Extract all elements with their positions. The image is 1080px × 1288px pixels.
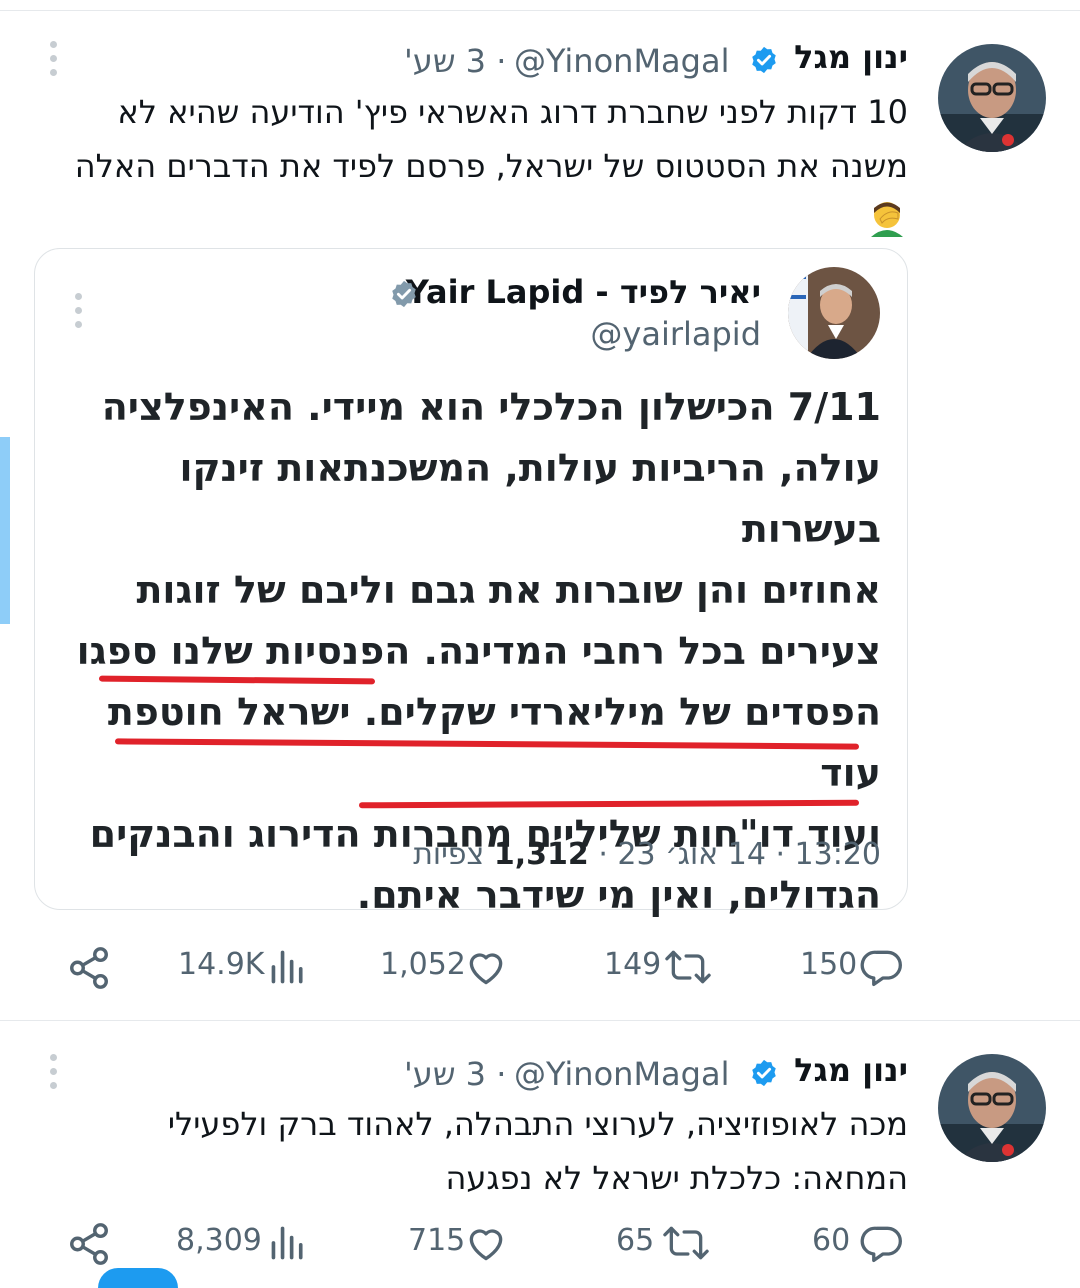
tweet-text-line: מכה לאופוזיציה, לערוצי התבהלה, לאהוד ברק…: [167, 1105, 908, 1143]
like-count: 715: [408, 1223, 466, 1258]
share-icon[interactable]: [66, 945, 112, 991]
reply-count: 60: [812, 1223, 851, 1258]
retweet-count: 149: [604, 947, 662, 982]
views-button[interactable]: 14.9K: [178, 941, 318, 995]
author-avatar[interactable]: [938, 1054, 1046, 1162]
views-count: 8,309: [176, 1223, 262, 1258]
like-icon: [464, 1221, 508, 1265]
views-count: 14.9K: [178, 947, 265, 982]
author-handle[interactable]: @YinonMagal: [514, 1055, 729, 1093]
quoted-author-name[interactable]: יאיר לפיד - Yair Lapid: [406, 273, 761, 311]
quoted-tweet-views: 1,312: [493, 837, 589, 872]
views-button[interactable]: 8,309: [176, 1217, 316, 1271]
quoted-text-line: עולה, הריביות עולות, המשכנתאות זינקו בעש…: [179, 446, 881, 551]
verified-badge-icon: [749, 1058, 779, 1088]
quoted-tweet-footer: 13:20 · 14 אוג׳ 23 · 1,312 צפיות: [413, 837, 881, 872]
more-icon[interactable]: [50, 1054, 60, 1096]
verified-badge-icon: [389, 279, 419, 309]
quoted-author-handle[interactable]: @yairlapid: [590, 315, 761, 353]
quoted-tweet-views-label: צפיות: [413, 837, 485, 872]
tweet-timestamp[interactable]: · 3 שע': [404, 42, 506, 80]
quoted-tweet-time: 13:20 · 14 אוג׳ 23 ·: [598, 837, 881, 872]
reply-button[interactable]: 150: [800, 941, 910, 995]
reply-icon: [860, 945, 904, 989]
like-button[interactable]: 1,052: [380, 941, 520, 995]
quoted-tweet[interactable]: יאיר לפיד - Yair Lapid @yairlapid 7/11 ה…: [34, 248, 908, 917]
reply-button[interactable]: 60: [812, 1217, 912, 1271]
compose-button-partial[interactable]: [98, 1268, 178, 1288]
retweet-icon: [664, 945, 712, 989]
quoted-text-line: אחוזים והן שוברות את גבם וליבם של זוגות: [136, 568, 881, 612]
verified-badge-icon: [749, 45, 779, 75]
author-avatar[interactable]: [938, 44, 1046, 152]
retweet-button[interactable]: 149: [604, 941, 724, 995]
reply-count: 150: [800, 947, 858, 982]
reply-icon: [860, 1221, 904, 1265]
views-icon: [268, 945, 308, 989]
more-icon[interactable]: [50, 41, 60, 83]
scroll-indicator[interactable]: [0, 437, 10, 624]
tweet-text: 10 דקות לפני שחברת דרוג האשראי פיץ' הודי…: [28, 85, 908, 247]
quoted-author-avatar[interactable]: [788, 267, 880, 359]
like-button[interactable]: 715: [408, 1217, 518, 1271]
like-count: 1,052: [380, 947, 466, 982]
tweet[interactable]: ינון מגל @YinonMagal · 3 שע' 10 דקות לפנ…: [0, 11, 1080, 1021]
tweet-text-line: משנה את הסטטוס של ישראל, פרסם לפיד את הד…: [74, 147, 908, 185]
retweet-icon: [662, 1221, 710, 1265]
tweet-text-line: 10 דקות לפני שחברת דרוג האשראי פיץ' הודי…: [117, 93, 908, 131]
tweet[interactable]: ינון מגל @YinonMagal · 3 שע' מכה לאופוזי…: [0, 1021, 1080, 1275]
facepalm-emoji: [28, 193, 908, 247]
quoted-text-line: צעירים בכל רחבי המדינה. הפנסיות שלנו ספג…: [76, 629, 881, 673]
tweet-text-line: המחאה: כלכלת ישראל לא נפגעה: [445, 1159, 908, 1197]
share-icon[interactable]: [66, 1221, 112, 1267]
more-icon[interactable]: [75, 293, 85, 335]
like-icon: [464, 945, 508, 989]
author-name[interactable]: ינון מגל: [794, 38, 908, 76]
author-name[interactable]: ינון מגל: [794, 1051, 908, 1089]
tweet-text: מכה לאופוזיציה, לערוצי התבהלה, לאהוד ברק…: [28, 1097, 908, 1205]
tweet-timestamp[interactable]: · 3 שע': [404, 1055, 506, 1093]
quoted-text-line: 7/11 הכישלון הכלכלי הוא מיידי. האינפלציה: [101, 385, 881, 429]
retweet-button[interactable]: 65: [616, 1217, 726, 1271]
retweet-count: 65: [616, 1223, 655, 1258]
quoted-text-line: הגדולים, ואין מי שידבר איתם.: [356, 873, 881, 917]
views-icon: [268, 1221, 308, 1265]
author-handle[interactable]: @YinonMagal: [514, 42, 729, 80]
